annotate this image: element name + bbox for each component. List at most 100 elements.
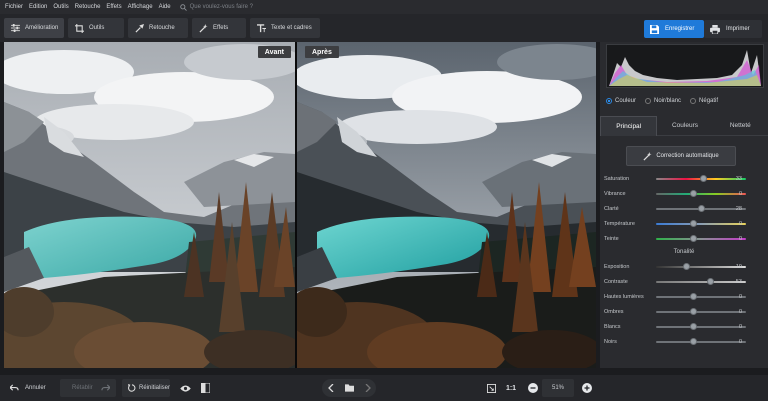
contraste-value: 53 [735, 279, 742, 285]
floppy-disk-icon [650, 24, 659, 34]
noirs-value: 0 [738, 339, 742, 345]
ombres-value: 0 [738, 309, 742, 315]
hautes-lumieres-label: Hautes lumières [604, 294, 644, 300]
slider-teinte[interactable]: Teinte 0 [604, 234, 764, 244]
slider-contraste[interactable]: Contraste 53 [604, 277, 764, 287]
printer-icon [710, 24, 720, 34]
redo-label: Rétablir [72, 385, 93, 391]
reset-button[interactable]: Réinitialiser [122, 379, 170, 397]
temperature-value: 0 [738, 221, 742, 227]
saturation-value: 33 [735, 176, 742, 182]
ombres-label: Ombres [604, 309, 624, 315]
clarte-label: Clarté [604, 206, 619, 212]
menu-outils[interactable]: Outils [53, 4, 68, 10]
slider-hautes-lumieres[interactable]: Hautes lumières 0 [604, 292, 764, 302]
color-mode-group: Couleur Noir/blanc Négatif [606, 98, 718, 104]
radio-noir-blanc[interactable] [645, 98, 652, 104]
save-button[interactable]: Enregistrer [644, 20, 704, 38]
reset-label: Réinitialiser [138, 385, 170, 391]
redo-button[interactable]: Rétablir [60, 379, 116, 397]
undo-button[interactable]: Annuler [4, 379, 56, 397]
slider-saturation[interactable]: Saturation 33 [604, 174, 764, 184]
slider-clarte[interactable]: Clarté 28 [604, 204, 764, 214]
tab-amelioration[interactable]: Amélioration [4, 18, 64, 38]
zoom-in-button[interactable] [578, 379, 596, 397]
search-input[interactable]: Que voulez-vous faire ? [190, 4, 253, 10]
menu-effets[interactable]: Effets [106, 4, 121, 10]
magic-wand-icon [199, 23, 208, 33]
after-badge: Après [305, 46, 339, 58]
next-photo-button[interactable] [365, 384, 371, 392]
auto-correction-label: Correction automatique [656, 153, 719, 159]
bottom-bar: Annuler Rétablir Réinitialiser 1:1 51% [0, 375, 768, 401]
tab-amelioration-label: Amélioration [25, 25, 59, 31]
subtab-couleurs[interactable]: Couleurs [657, 116, 713, 136]
ombres-handle[interactable] [690, 308, 697, 315]
vibrance-handle[interactable] [690, 190, 697, 197]
eye-icon [179, 384, 191, 392]
photo-viewer: Avant Après [4, 42, 596, 368]
previous-photo-button[interactable] [327, 384, 334, 392]
blancs-value: 0 [738, 324, 742, 330]
menu-retouche[interactable]: Retouche [75, 4, 101, 10]
vibrance-label: Vibrance [604, 191, 626, 197]
preview-toggle-button[interactable] [176, 379, 194, 397]
hautes-lumieres-value: 0 [738, 294, 742, 300]
chevron-left-icon [327, 384, 333, 392]
before-badge: Avant [257, 46, 291, 58]
tab-outils-label: Outils [89, 25, 105, 31]
slider-vibrance[interactable]: Vibrance 0 [604, 189, 764, 199]
menu-edition[interactable]: Edition [29, 4, 47, 10]
zoom-level-field[interactable]: 51% [542, 379, 574, 397]
crop-icon [75, 23, 84, 33]
subtab-principal[interactable]: Principal [600, 116, 658, 136]
slider-blancs[interactable]: Blancs 0 [604, 322, 764, 332]
search-box[interactable]: Que voulez-vous faire ? [179, 3, 253, 11]
magic-wand-icon [643, 151, 652, 161]
temperature-handle[interactable] [690, 220, 697, 227]
contraste-handle[interactable] [707, 278, 714, 285]
exposition-label: Exposition [604, 264, 630, 270]
slider-noirs[interactable]: Noirs 0 [604, 337, 764, 347]
slider-ombres[interactable]: Ombres 0 [604, 307, 764, 317]
auto-correction-button[interactable]: Correction automatique [626, 146, 736, 166]
tab-texte-cadres[interactable]: Texte et cadres [250, 18, 320, 38]
clarte-value: 28 [735, 206, 742, 212]
tab-outils[interactable]: Outils [68, 18, 124, 38]
compare-view-button[interactable] [196, 379, 214, 397]
tab-effets[interactable]: Effets [192, 18, 246, 38]
open-folder-button[interactable] [344, 384, 354, 392]
print-button-label: Imprimer [726, 26, 750, 32]
menu-aide[interactable]: Aide [159, 4, 171, 10]
menu-fichier[interactable]: Fichier [5, 4, 23, 10]
subtab-nettete[interactable]: Netteté [712, 116, 768, 136]
tab-retouche[interactable]: Retouche [128, 18, 188, 38]
undo-icon [10, 384, 19, 391]
histogram [606, 44, 764, 88]
folder-icon [344, 384, 354, 392]
slider-temperature[interactable]: Température 0 [604, 219, 764, 229]
panel-subtabs: Principal Couleurs Netteté [600, 116, 768, 136]
menu-affichage[interactable]: Affichage [128, 4, 153, 10]
radio-negatif[interactable] [690, 98, 697, 104]
plus-circle-icon [582, 383, 592, 393]
slider-exposition[interactable]: Exposition -19 [604, 262, 764, 272]
clarte-handle[interactable] [698, 205, 705, 212]
blancs-handle[interactable] [690, 323, 697, 330]
zoom-out-button[interactable] [524, 379, 542, 397]
radio-couleur[interactable] [606, 98, 612, 104]
actual-size-button[interactable]: 1:1 [502, 379, 520, 397]
print-button[interactable]: Imprimer [704, 20, 762, 38]
fit-to-screen-button[interactable] [482, 379, 500, 397]
hautes-lumieres-handle[interactable] [690, 293, 697, 300]
menu-bar: Fichier Edition Outils Retouche Effets A… [0, 0, 768, 14]
tonalite-heading: Tonalité [673, 249, 695, 255]
teinte-handle[interactable] [690, 235, 697, 242]
blancs-label: Blancs [604, 324, 621, 330]
noirs-handle[interactable] [690, 338, 697, 345]
after-image: Après [297, 42, 596, 368]
brush-icon [135, 23, 144, 33]
exposition-handle[interactable] [683, 263, 690, 270]
saturation-handle[interactable] [700, 175, 707, 182]
contraste-label: Contraste [604, 279, 628, 285]
